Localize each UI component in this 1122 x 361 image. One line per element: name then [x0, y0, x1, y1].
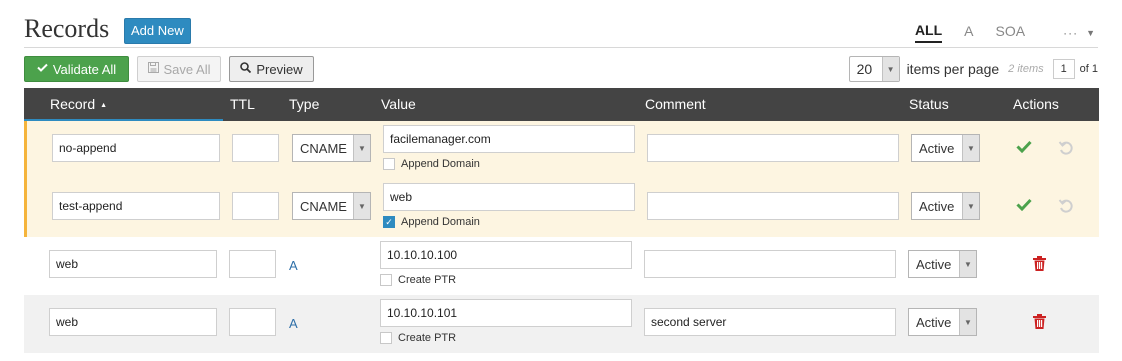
validate-all-button[interactable]: Validate All [24, 56, 129, 82]
column-header-type: Type [289, 96, 320, 112]
table-row: no-append CNAME ▼ facilemanager.com Appe… [24, 121, 1099, 179]
add-new-button[interactable]: Add New [124, 18, 191, 44]
table-row: test-append CNAME ▼ web ✓ Append Domain … [24, 179, 1099, 237]
save-all-button[interactable]: Save All [137, 56, 221, 82]
status-select-value: Active [919, 198, 955, 214]
table-header: Record ▲ TTL Type Value Comment Status Ac… [24, 88, 1099, 121]
value-input[interactable]: 10.10.10.101 [380, 299, 632, 327]
more-filters-menu[interactable]: ··· ▼ [1063, 26, 1096, 40]
undo-icon[interactable] [1058, 198, 1074, 217]
per-page-select[interactable]: 20 ▼ [848, 56, 900, 82]
record-type-filters: ALL A SOA ··· ▼ [893, 22, 1096, 43]
save-all-label: Save All [163, 61, 211, 77]
value-input[interactable]: facilemanager.com [383, 125, 635, 153]
create-ptr-label: Create PTR [398, 274, 457, 286]
value-input[interactable]: 10.10.10.100 [380, 241, 632, 269]
record-name-input[interactable]: web [49, 308, 217, 336]
preview-button[interactable]: Preview [229, 56, 314, 82]
append-domain-option[interactable]: Append Domain [383, 158, 480, 170]
check-icon [37, 63, 48, 75]
filter-tab-all[interactable]: ALL [914, 22, 943, 43]
type-select-value: CNAME [300, 140, 347, 156]
status-select[interactable]: Active ▼ [908, 308, 977, 336]
table-row: web A 10.10.10.100 Create PTR Active ▼ [24, 237, 1099, 295]
pagination-bar: 20 ▼ items per page 2 items 1 of 1 [848, 56, 1098, 82]
create-ptr-option[interactable]: Create PTR [380, 274, 456, 286]
type-link[interactable]: A [289, 316, 298, 331]
type-select-value: CNAME [300, 198, 347, 214]
header-divider [24, 47, 1098, 48]
type-link[interactable]: A [289, 258, 298, 273]
ttl-input[interactable] [232, 192, 279, 220]
value-input[interactable]: web [383, 183, 635, 211]
floppy-disk-icon [147, 62, 159, 76]
status-select-value: Active [916, 256, 952, 272]
column-header-value: Value [381, 96, 416, 112]
column-header-status: Status [909, 96, 949, 112]
trash-icon[interactable] [1033, 256, 1046, 274]
chevron-down-icon: ▼ [959, 251, 976, 277]
create-ptr-checkbox[interactable] [380, 274, 392, 286]
records-table: Record ▲ TTL Type Value Comment Status Ac… [24, 88, 1099, 353]
item-count: 2 items [1008, 63, 1044, 75]
column-header-ttl: TTL [230, 96, 255, 112]
more-filters-label: ··· [1063, 25, 1079, 40]
comment-input[interactable] [647, 192, 899, 220]
status-select[interactable]: Active ▼ [911, 134, 980, 162]
append-domain-label: Append Domain [401, 216, 480, 228]
create-ptr-label: Create PTR [398, 332, 457, 344]
create-ptr-checkbox[interactable] [380, 332, 392, 344]
sort-ascending-icon: ▲ [100, 102, 108, 109]
check-icon[interactable] [1016, 198, 1032, 214]
chevron-down-icon: ▼ [353, 135, 370, 161]
chevron-down-icon: ▼ [881, 57, 899, 81]
validate-all-label: Validate All [52, 61, 117, 77]
per-page-value: 20 [856, 61, 873, 77]
chevron-down-icon: ▼ [353, 193, 370, 219]
comment-input[interactable]: second server [644, 308, 896, 336]
chevron-down-icon: ▼ [959, 309, 976, 335]
per-page-label: items per page [906, 61, 1000, 77]
record-name-input[interactable]: no-append [52, 134, 220, 162]
record-name-input[interactable]: web [49, 250, 217, 278]
append-domain-checkbox[interactable] [383, 158, 395, 170]
trash-icon[interactable] [1033, 314, 1046, 332]
undo-icon[interactable] [1058, 140, 1074, 159]
status-select[interactable]: Active ▼ [911, 192, 980, 220]
status-select-value: Active [916, 314, 952, 330]
status-select[interactable]: Active ▼ [908, 250, 977, 278]
comment-input[interactable] [647, 134, 899, 162]
ttl-input[interactable] [229, 308, 276, 336]
type-select[interactable]: CNAME ▼ [292, 192, 371, 220]
append-domain-option[interactable]: ✓ Append Domain [383, 216, 480, 228]
ttl-input[interactable] [229, 250, 276, 278]
column-header-record[interactable]: Record ▲ [50, 96, 107, 112]
page-title: Records [24, 14, 110, 43]
page-total: of 1 [1079, 63, 1098, 75]
type-select[interactable]: CNAME ▼ [292, 134, 371, 162]
status-select-value: Active [919, 140, 955, 156]
filter-tab-a[interactable]: A [964, 23, 973, 42]
column-header-comment: Comment [645, 96, 706, 112]
append-domain-checkbox[interactable]: ✓ [383, 216, 395, 228]
record-name-input[interactable]: test-append [52, 192, 220, 220]
chevron-down-icon: ▼ [1086, 27, 1096, 38]
comment-input[interactable] [644, 250, 896, 278]
table-row: web A 10.10.10.101 Create PTR second ser… [24, 295, 1099, 353]
filter-tab-soa[interactable]: SOA [996, 23, 1026, 42]
append-domain-label: Append Domain [401, 158, 480, 170]
column-header-actions: Actions [1013, 96, 1059, 112]
ttl-input[interactable] [232, 134, 279, 162]
check-icon[interactable] [1016, 140, 1032, 156]
preview-label: Preview [256, 61, 303, 77]
chevron-down-icon: ▼ [962, 135, 979, 161]
page-number-input[interactable]: 1 [1052, 59, 1075, 79]
create-ptr-option[interactable]: Create PTR [380, 332, 456, 344]
magnifier-icon [240, 62, 252, 76]
chevron-down-icon: ▼ [962, 193, 979, 219]
